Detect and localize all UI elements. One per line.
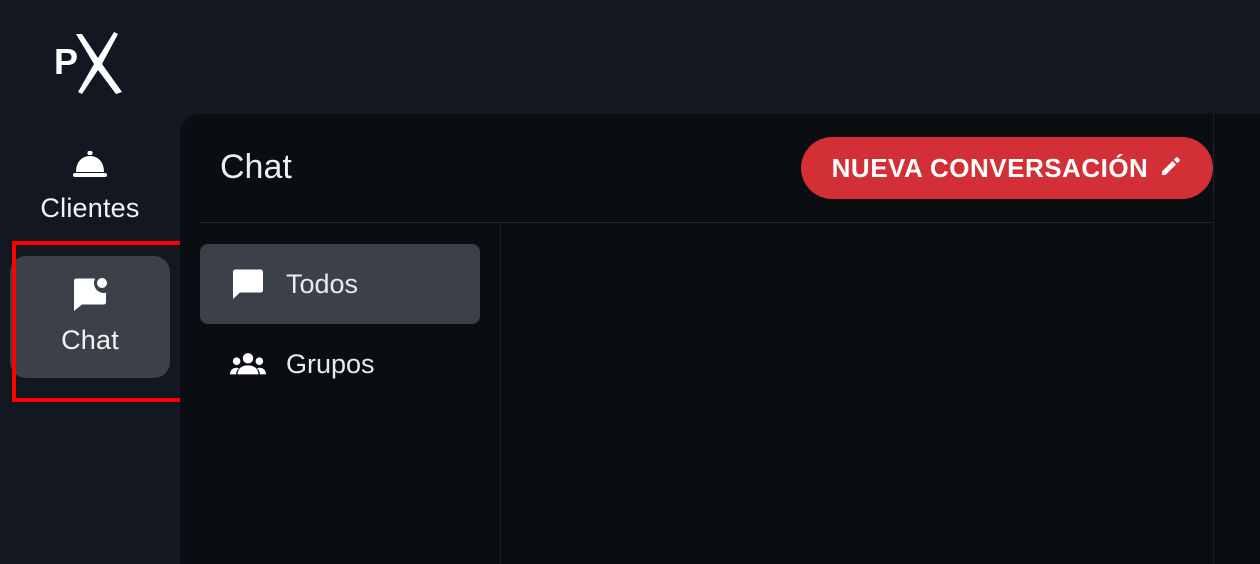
rail-item-chat[interactable]: Chat <box>10 256 170 378</box>
filter-item-grupos[interactable]: Grupos <box>200 324 480 404</box>
rail-item-label: Clientes <box>40 193 140 223</box>
panel-header: Chat NUEVA CONVERSACIÓN <box>200 114 1213 223</box>
filter-item-label: Grupos <box>286 348 375 379</box>
main-panel: Chat NUEVA CONVERSACIÓN Todos Grupos <box>180 114 1260 564</box>
filter-list: Todos Grupos <box>200 223 501 564</box>
svg-text:P: P <box>54 41 78 82</box>
chat-notification-icon <box>71 276 109 317</box>
rail-item-label: Chat <box>61 325 119 355</box>
panel-divider <box>1213 114 1214 564</box>
group-icon <box>230 346 266 382</box>
new-conversation-button[interactable]: NUEVA CONVERSACIÓN <box>801 137 1213 199</box>
chat-bubble-icon <box>230 266 266 302</box>
page-title: Chat <box>220 148 292 186</box>
rail-item-clientes[interactable]: Clientes <box>10 138 170 238</box>
brand-logo[interactable]: P <box>52 28 128 96</box>
app-root: P Clientes Chat Chat NUEVA CONVERSACIÓN … <box>0 0 1260 564</box>
px-logo-icon: P <box>54 32 122 94</box>
new-conversation-label: NUEVA CONVERSACIÓN <box>831 152 1149 183</box>
filter-item-label: Todos <box>286 268 359 299</box>
filter-item-todos[interactable]: Todos <box>200 244 480 324</box>
pencil-icon <box>1160 153 1182 184</box>
bell-concierge-icon <box>72 150 108 183</box>
